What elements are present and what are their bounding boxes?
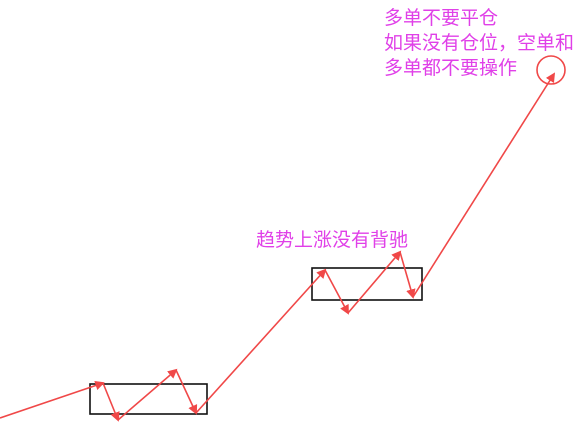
trend-segment-3 — [117, 368, 178, 421]
trend-segment-9 — [412, 72, 556, 298]
annotation-top-line-2: 如果没有仓位，空单和 — [384, 32, 575, 54]
annotation-middle: 趋势上涨没有背驰 — [256, 229, 409, 251]
annotation-top-line-1: 多单不要平仓 — [384, 7, 499, 29]
trend-segment-4 — [175, 369, 198, 415]
trend-segment-6 — [324, 269, 349, 315]
trend-segment-7 — [347, 250, 402, 314]
trend-segment-5 — [195, 268, 327, 414]
diagram-canvas: 多单不要平仓 如果没有仓位，空单和 多单都不要操作 趋势上涨没有背驰 — [0, 0, 586, 442]
trend-segment-8 — [399, 251, 416, 299]
annotation-top: 多单不要平仓 如果没有仓位，空单和 多单都不要操作 — [384, 6, 574, 81]
trend-segment-1 — [0, 380, 105, 419]
annotation-top-line-3: 多单都不要操作 — [384, 57, 518, 79]
